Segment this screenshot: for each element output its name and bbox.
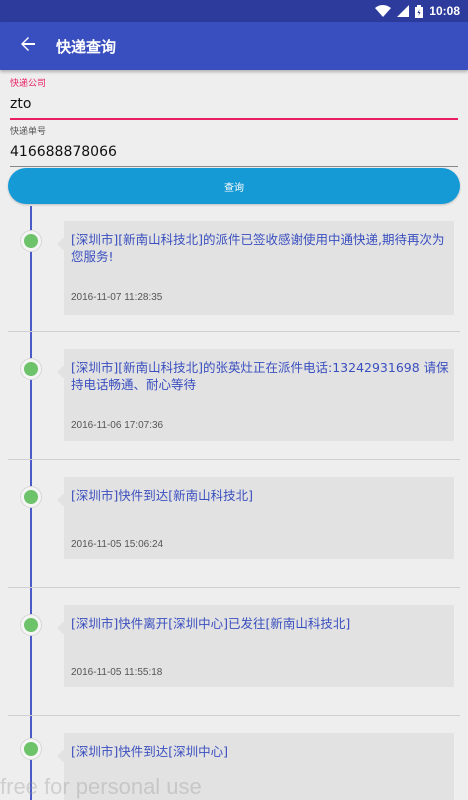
company-label: 快递公司 — [10, 79, 47, 89]
tracking-number-input[interactable] — [10, 136, 458, 166]
query-button[interactable]: 查询 — [8, 168, 460, 204]
app-bar: 快递查询 — [0, 22, 468, 70]
timeline-text: [深圳市]快件到达[新南山科技北] — [71, 488, 254, 503]
divider — [8, 587, 460, 588]
page-title: 快递查询 — [56, 37, 117, 56]
battery-icon — [415, 4, 424, 18]
status-bar: 10:08 — [0, 0, 468, 22]
timeline-text: [深圳市][新南山科技北]的张英灶正在派件电话:13242931698 请保持电… — [71, 360, 449, 392]
timeline-time: 2016-11-05 11:55:18 — [71, 667, 163, 678]
timeline-dot — [21, 739, 41, 759]
timeline-time: 2016-11-05 15:06:24 — [71, 539, 164, 550]
timeline-text: [深圳市]快件到达[深圳中心] — [71, 744, 229, 759]
divider — [8, 715, 460, 716]
timeline-text: [深圳市]快件离开[深圳中心]已发往[新南山科技北] — [71, 616, 351, 631]
timeline-card: [深圳市][新南山科技北]的张英灶正在派件电话:13242931698 请保持电… — [57, 349, 454, 441]
arrow-left-icon — [20, 36, 36, 56]
timeline-text: [深圳市][新南山科技北]的派件已签收感谢使用中通快递,期待再次为您服务! — [71, 232, 445, 264]
query-form: 快递公司 快递单号 — [10, 76, 458, 171]
company-input[interactable] — [10, 88, 458, 118]
timeline-card: [深圳市]快件离开[深圳中心]已发往[新南山科技北] 2016-11-05 11… — [57, 605, 454, 687]
timeline-dot — [21, 359, 41, 379]
wifi-icon — [375, 5, 392, 17]
tracking-underline — [10, 166, 458, 167]
timeline-dot — [21, 615, 41, 635]
timeline-card: [深圳市]快件到达[新南山科技北] 2016-11-05 15:06:24 — [57, 477, 454, 559]
status-time: 10:08 — [429, 4, 460, 18]
timeline-time: 2016-11-07 11:28:35 — [71, 292, 163, 303]
timeline-card: [深圳市][新南山科技北]的派件已签收感谢使用中通快递,期待再次为您服务! 20… — [57, 221, 454, 315]
divider — [8, 331, 460, 332]
tracking-label: 快递单号 — [10, 127, 47, 137]
divider — [8, 459, 460, 460]
signal-icon — [397, 5, 410, 17]
timeline-dot — [21, 487, 41, 507]
back-button[interactable] — [0, 22, 56, 70]
company-underline — [10, 118, 458, 120]
watermark: free for personal use — [0, 774, 202, 799]
timeline-time: 2016-11-06 17:07:36 — [71, 420, 164, 431]
timeline-dot — [21, 231, 41, 251]
